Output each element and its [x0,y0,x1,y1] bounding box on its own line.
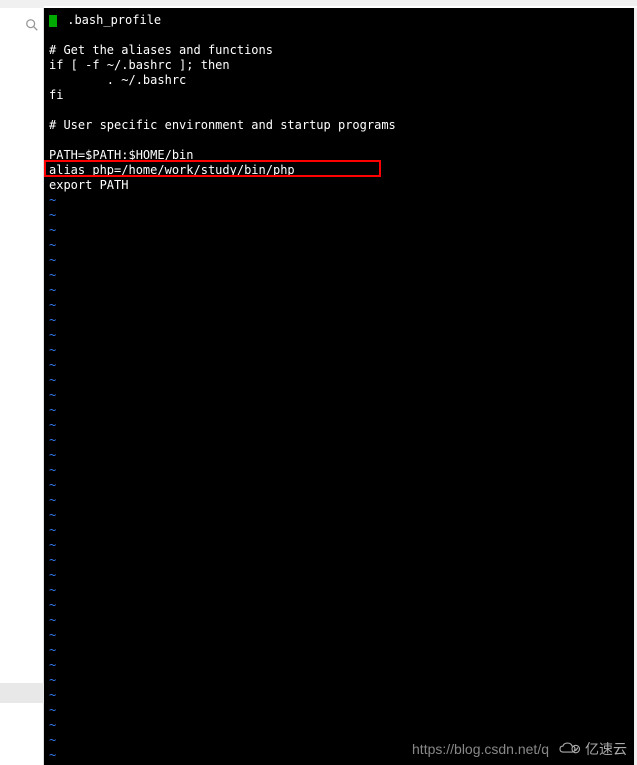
empty-line-tilde: ~ [49,373,632,388]
code-line [49,28,632,43]
code-line: if [ -f ~/.bashrc ]; then [49,58,632,73]
watermark-brand: 亿速云 [585,739,627,759]
empty-line-tilde: ~ [49,643,632,658]
code-line: fi [49,88,632,103]
empty-line-tilde: ~ [49,583,632,598]
empty-line-tilde: ~ [49,193,632,208]
empty-line-tilde: ~ [49,448,632,463]
empty-line-tilde: ~ [49,208,632,223]
code-line [49,103,632,118]
empty-line-tilde: ~ [49,343,632,358]
empty-line-tilde: ~ [49,628,632,643]
empty-line-tilde: ~ [49,718,632,733]
empty-line-tilde: ~ [49,523,632,538]
cloud-icon [557,741,581,757]
empty-line-tilde: ~ [49,613,632,628]
empty-line-tilde: ~ [49,388,632,403]
empty-line-tilde: ~ [49,328,632,343]
code-line: alias php=/home/work/study/bin/php [49,163,632,178]
empty-line-tilde: ~ [49,253,632,268]
empty-line-tilde: ~ [49,493,632,508]
cursor-block [49,15,57,27]
code-line: # Get the aliases and functions [49,43,632,58]
empty-line-tilde: ~ [49,688,632,703]
code-line: PATH=$PATH:$HOME/bin [49,148,632,163]
left-panel [0,8,44,765]
empty-line-tilde: ~ [49,538,632,553]
code-line: # User specific environment and startup … [49,118,632,133]
code-line [49,133,632,148]
code-line: export PATH [49,178,632,193]
watermark-logo: 亿速云 [557,739,627,759]
empty-line-tilde: ~ [49,508,632,523]
empty-line-tilde: ~ [49,553,632,568]
empty-line-tilde: ~ [49,298,632,313]
empty-line-tilde: ~ [49,223,632,238]
empty-line-tilde: ~ [49,463,632,478]
empty-line-tilde: ~ [49,703,632,718]
empty-line-tilde: ~ [49,313,632,328]
terminal-editor[interactable]: .bash_profile # Get the aliases and funct… [44,8,637,765]
code-line: . ~/.bashrc [49,73,632,88]
watermark-url: https://blog.csdn.net/q [412,741,549,757]
empty-line-tilde: ~ [49,658,632,673]
empty-line-tilde: ~ [49,673,632,688]
empty-line-tilde: ~ [49,568,632,583]
empty-line-tilde: ~ [49,598,632,613]
empty-line-tilde: ~ [49,268,632,283]
empty-line-tilde: ~ [49,238,632,253]
empty-line-tilde: ~ [49,283,632,298]
empty-line-tilde: ~ [49,358,632,373]
code-line: .bash_profile [49,13,632,28]
watermark: https://blog.csdn.net/q 亿速云 [412,739,627,759]
empty-line-tilde: ~ [49,433,632,448]
search-icon[interactable] [25,18,39,32]
empty-line-tilde: ~ [49,418,632,433]
left-bottom-block [0,683,44,703]
empty-line-tilde: ~ [49,403,632,418]
empty-line-tilde: ~ [49,478,632,493]
